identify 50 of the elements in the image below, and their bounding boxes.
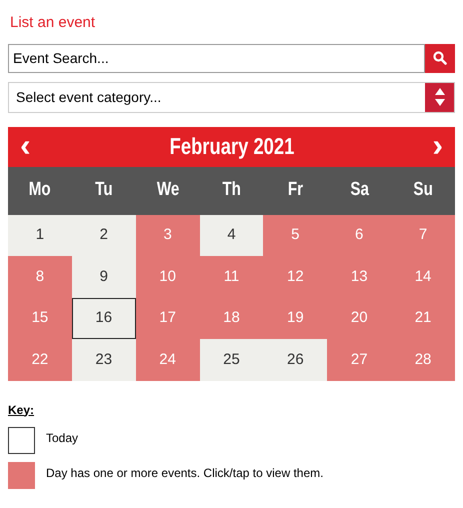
day-cell[interactable]: 21 [391,298,455,339]
weekday-label: We [156,178,179,202]
day-cell[interactable]: 12 [263,256,328,298]
day-cell: 2 [72,214,136,256]
weekday-label: Th [222,178,241,202]
day-cell[interactable]: 24 [136,339,200,380]
day-cell: 4 [200,214,264,256]
event-swatch [8,462,35,488]
search-field[interactable]: Event Search... [8,44,425,72]
day-cell[interactable]: 27 [327,339,392,380]
weekday-label: Su [413,178,433,202]
previous-month-button[interactable]: ‹ [20,128,31,164]
day-cell: 9 [72,256,136,298]
day-cell[interactable]: 18 [200,298,264,339]
day-cell[interactable]: 10 [136,256,200,298]
next-month-button[interactable]: › [432,128,443,164]
day-cell[interactable]: 17 [136,298,200,339]
category-select[interactable]: Select event category... [8,82,455,112]
search-icon [433,51,447,65]
day-cell[interactable]: 7 [391,214,455,256]
search-button[interactable] [425,44,455,72]
day-cell[interactable]: 5 [263,214,328,256]
list-event-link[interactable]: List an event [10,12,96,34]
key-label: Day has one or more events. Click/tap to view them. [46,464,324,482]
select-value: Select event category... [15,88,162,107]
up-down-arrows-icon [434,87,446,107]
weekday-label: Mo [28,178,51,202]
weekday-label: Sa [350,178,368,202]
key-label: Today [46,430,78,446]
weekday-label: Fr [288,178,303,202]
day-cell: 26 [263,339,328,380]
weekday-label: Tu [95,178,112,202]
day-cell[interactable]: 28 [391,339,455,380]
day-cell[interactable]: 20 [327,298,392,339]
day-cell: 23 [72,339,136,380]
day-cell[interactable]: 13 [327,256,392,298]
day-cell[interactable]: 15 [8,298,72,339]
day-cell: 16 [72,298,136,339]
month-title: February 2021 [169,132,294,162]
day-cell[interactable]: 22 [8,339,72,380]
day-cell[interactable]: 3 [136,214,200,256]
day-cell[interactable]: 11 [200,256,264,298]
today-swatch [8,426,35,454]
day-cell[interactable]: 14 [391,256,455,298]
day-cell[interactable]: 6 [327,214,392,256]
key-title: Key: [8,402,36,418]
day-cell: 25 [200,339,264,380]
day-cell: 1 [8,214,72,256]
day-cell[interactable]: 19 [263,298,328,339]
day-cell[interactable]: 8 [8,256,72,298]
